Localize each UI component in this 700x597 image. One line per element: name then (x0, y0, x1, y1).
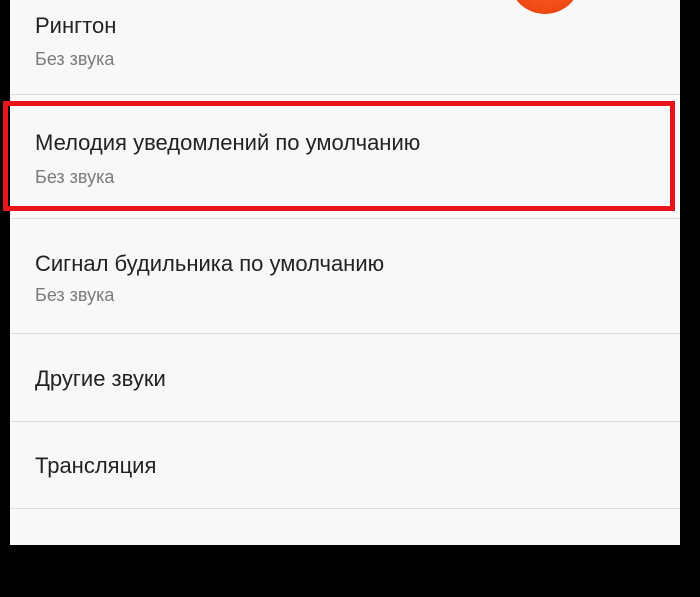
item-title: Рингтон (35, 13, 117, 38)
item-summary: Без звука (35, 49, 115, 69)
settings-screen: Рингтон Без звука Мелодия уведомлений по… (10, 0, 680, 545)
item-summary: Без звука (35, 285, 115, 305)
item-title: Сигнал будильника по умолчанию (35, 251, 385, 276)
list-item-ringtone[interactable]: Рингтон Без звука (10, 0, 680, 95)
list-item-alarm-sound[interactable]: Сигнал будильника по умолчанию Без звука (10, 219, 680, 334)
list-item-cast[interactable]: Трансляция (10, 422, 680, 509)
list-item-other-sounds[interactable]: Другие звуки (10, 334, 680, 422)
item-summary: Без звука (35, 167, 115, 187)
item-title: Другие звуки (35, 366, 166, 391)
list-item-notification-sound[interactable]: Мелодия уведомлений по умолчанию Без зву… (10, 95, 680, 219)
item-title: Трансляция (35, 453, 157, 478)
item-title: Мелодия уведомлений по умолчанию (35, 130, 421, 155)
